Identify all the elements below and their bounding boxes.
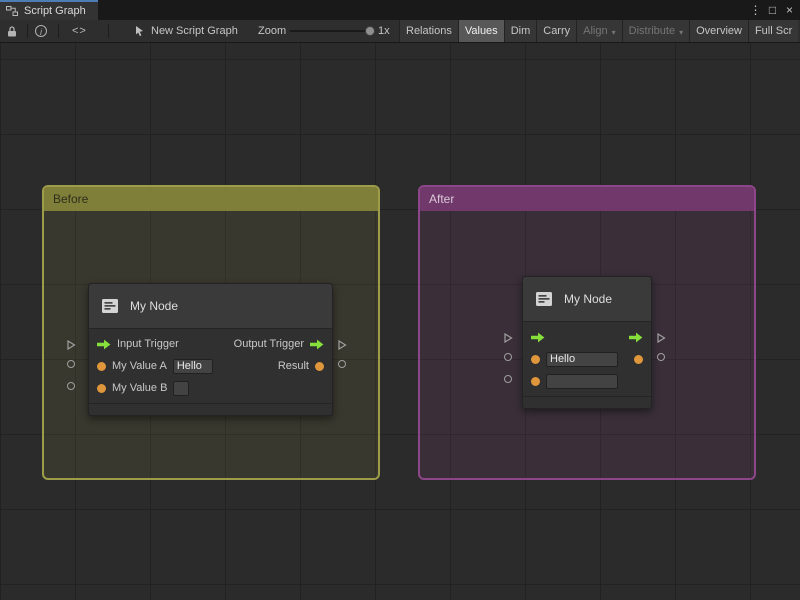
chevron-down-icon: ▾: [612, 28, 616, 37]
zoom-slider-handle[interactable]: [365, 26, 375, 36]
port-label: Result: [278, 360, 309, 372]
port-label: Input Trigger: [117, 338, 179, 350]
dim-button[interactable]: Dim: [504, 20, 537, 42]
window-menu-icon[interactable]: ⋮: [747, 0, 764, 20]
relations-button[interactable]: Relations: [399, 20, 458, 42]
script-graph-tab-icon: [6, 5, 18, 17]
value-port-icon[interactable]: [634, 355, 643, 364]
node-row: My Value B: [89, 377, 332, 399]
port-label: My Value B: [112, 382, 167, 394]
overview-button[interactable]: Overview: [689, 20, 748, 42]
value-b-input[interactable]: [173, 381, 189, 396]
toolbar-separator: [108, 24, 109, 38]
group-title: After: [429, 192, 454, 206]
value-a-input[interactable]: [546, 352, 618, 367]
node-row: Input Trigger Output Trigger: [89, 333, 332, 355]
port-label: Output Trigger: [234, 338, 304, 350]
node-title: My Node: [564, 292, 612, 306]
value-a-input[interactable]: [173, 359, 213, 374]
graph-asset[interactable]: New Script Graph: [134, 20, 238, 42]
node-footer: [89, 403, 332, 415]
ext-flow-port[interactable]: [656, 330, 666, 348]
graph-canvas[interactable]: Before After My Node: [0, 43, 800, 600]
carry-button[interactable]: Carry: [536, 20, 576, 42]
distribute-button[interactable]: Distribute ▾: [622, 20, 689, 42]
graph-asset-name: New Script Graph: [151, 25, 238, 37]
toolbar-separator: [58, 24, 59, 38]
node-body: Input Trigger Output Trigger My Value A …: [89, 329, 332, 403]
ext-flow-port[interactable]: [66, 337, 76, 355]
flow-port-icon[interactable]: [97, 339, 111, 350]
tab-bar: Script Graph ⋮ □ ×: [0, 0, 800, 20]
after-node[interactable]: My Node: [522, 276, 652, 409]
value-port-icon[interactable]: [531, 355, 540, 364]
ext-flow-port[interactable]: [337, 337, 347, 355]
node-footer: [523, 396, 651, 408]
info-icon[interactable]: i: [35, 20, 47, 42]
unit-icon: [99, 295, 121, 317]
value-b-input[interactable]: [546, 374, 618, 389]
group-title: Before: [53, 192, 88, 206]
toolbar-separator: [27, 24, 28, 38]
value-port-icon[interactable]: [531, 377, 540, 386]
ext-value-port[interactable]: [657, 353, 665, 361]
graph-asset-icon: [134, 25, 145, 37]
node-row: [523, 370, 651, 392]
port-label: My Value A: [112, 360, 167, 372]
align-button[interactable]: Align ▾: [576, 20, 621, 42]
group-before-header[interactable]: Before: [44, 187, 378, 211]
script-graph-window: Script Graph ⋮ □ × i <> Ne: [0, 0, 800, 600]
after-node-header[interactable]: My Node: [523, 277, 651, 322]
ext-value-port[interactable]: [67, 382, 75, 390]
values-button[interactable]: Values: [458, 20, 504, 42]
flow-port-icon[interactable]: [310, 339, 324, 350]
chevron-down-icon: ▾: [679, 28, 683, 37]
before-node-header[interactable]: My Node: [89, 284, 332, 329]
ext-value-port[interactable]: [504, 353, 512, 361]
zoom-label: Zoom: [258, 20, 286, 42]
before-node[interactable]: My Node Input Trigger Output Trigger: [88, 283, 333, 416]
lock-icon[interactable]: [6, 20, 18, 42]
node-row: [523, 326, 651, 348]
flow-port-icon[interactable]: [531, 332, 545, 343]
node-body: [523, 322, 651, 396]
ext-flow-port[interactable]: [503, 330, 513, 348]
value-port-icon[interactable]: [315, 362, 324, 371]
node-row: [523, 348, 651, 370]
value-port-icon[interactable]: [97, 384, 106, 393]
ext-value-port[interactable]: [338, 360, 346, 368]
toolbar-buttons: Relations Values Dim Carry Align ▾ Distr…: [399, 20, 798, 42]
ext-value-port[interactable]: [67, 360, 75, 368]
zoom-value: 1x: [378, 20, 390, 42]
window-controls: ⋮ □ ×: [747, 0, 798, 20]
group-after-header[interactable]: After: [420, 187, 754, 211]
close-icon[interactable]: ×: [781, 0, 798, 20]
value-port-icon[interactable]: [97, 362, 106, 371]
node-row: My Value A Result: [89, 355, 332, 377]
ext-value-port[interactable]: [504, 375, 512, 383]
zoom-slider[interactable]: [290, 30, 370, 32]
node-title: My Node: [130, 299, 178, 313]
edit-source-icon[interactable]: <>: [72, 20, 87, 42]
tab-script-graph[interactable]: Script Graph: [0, 0, 98, 20]
maximize-icon[interactable]: □: [764, 0, 781, 20]
unit-icon: [533, 288, 555, 310]
graph-toolbar: i <> New Script Graph Zoom 1x Relations …: [0, 20, 800, 43]
flow-port-icon[interactable]: [629, 332, 643, 343]
fullscreen-button[interactable]: Full Scr: [748, 20, 798, 42]
tab-title: Script Graph: [24, 5, 86, 17]
